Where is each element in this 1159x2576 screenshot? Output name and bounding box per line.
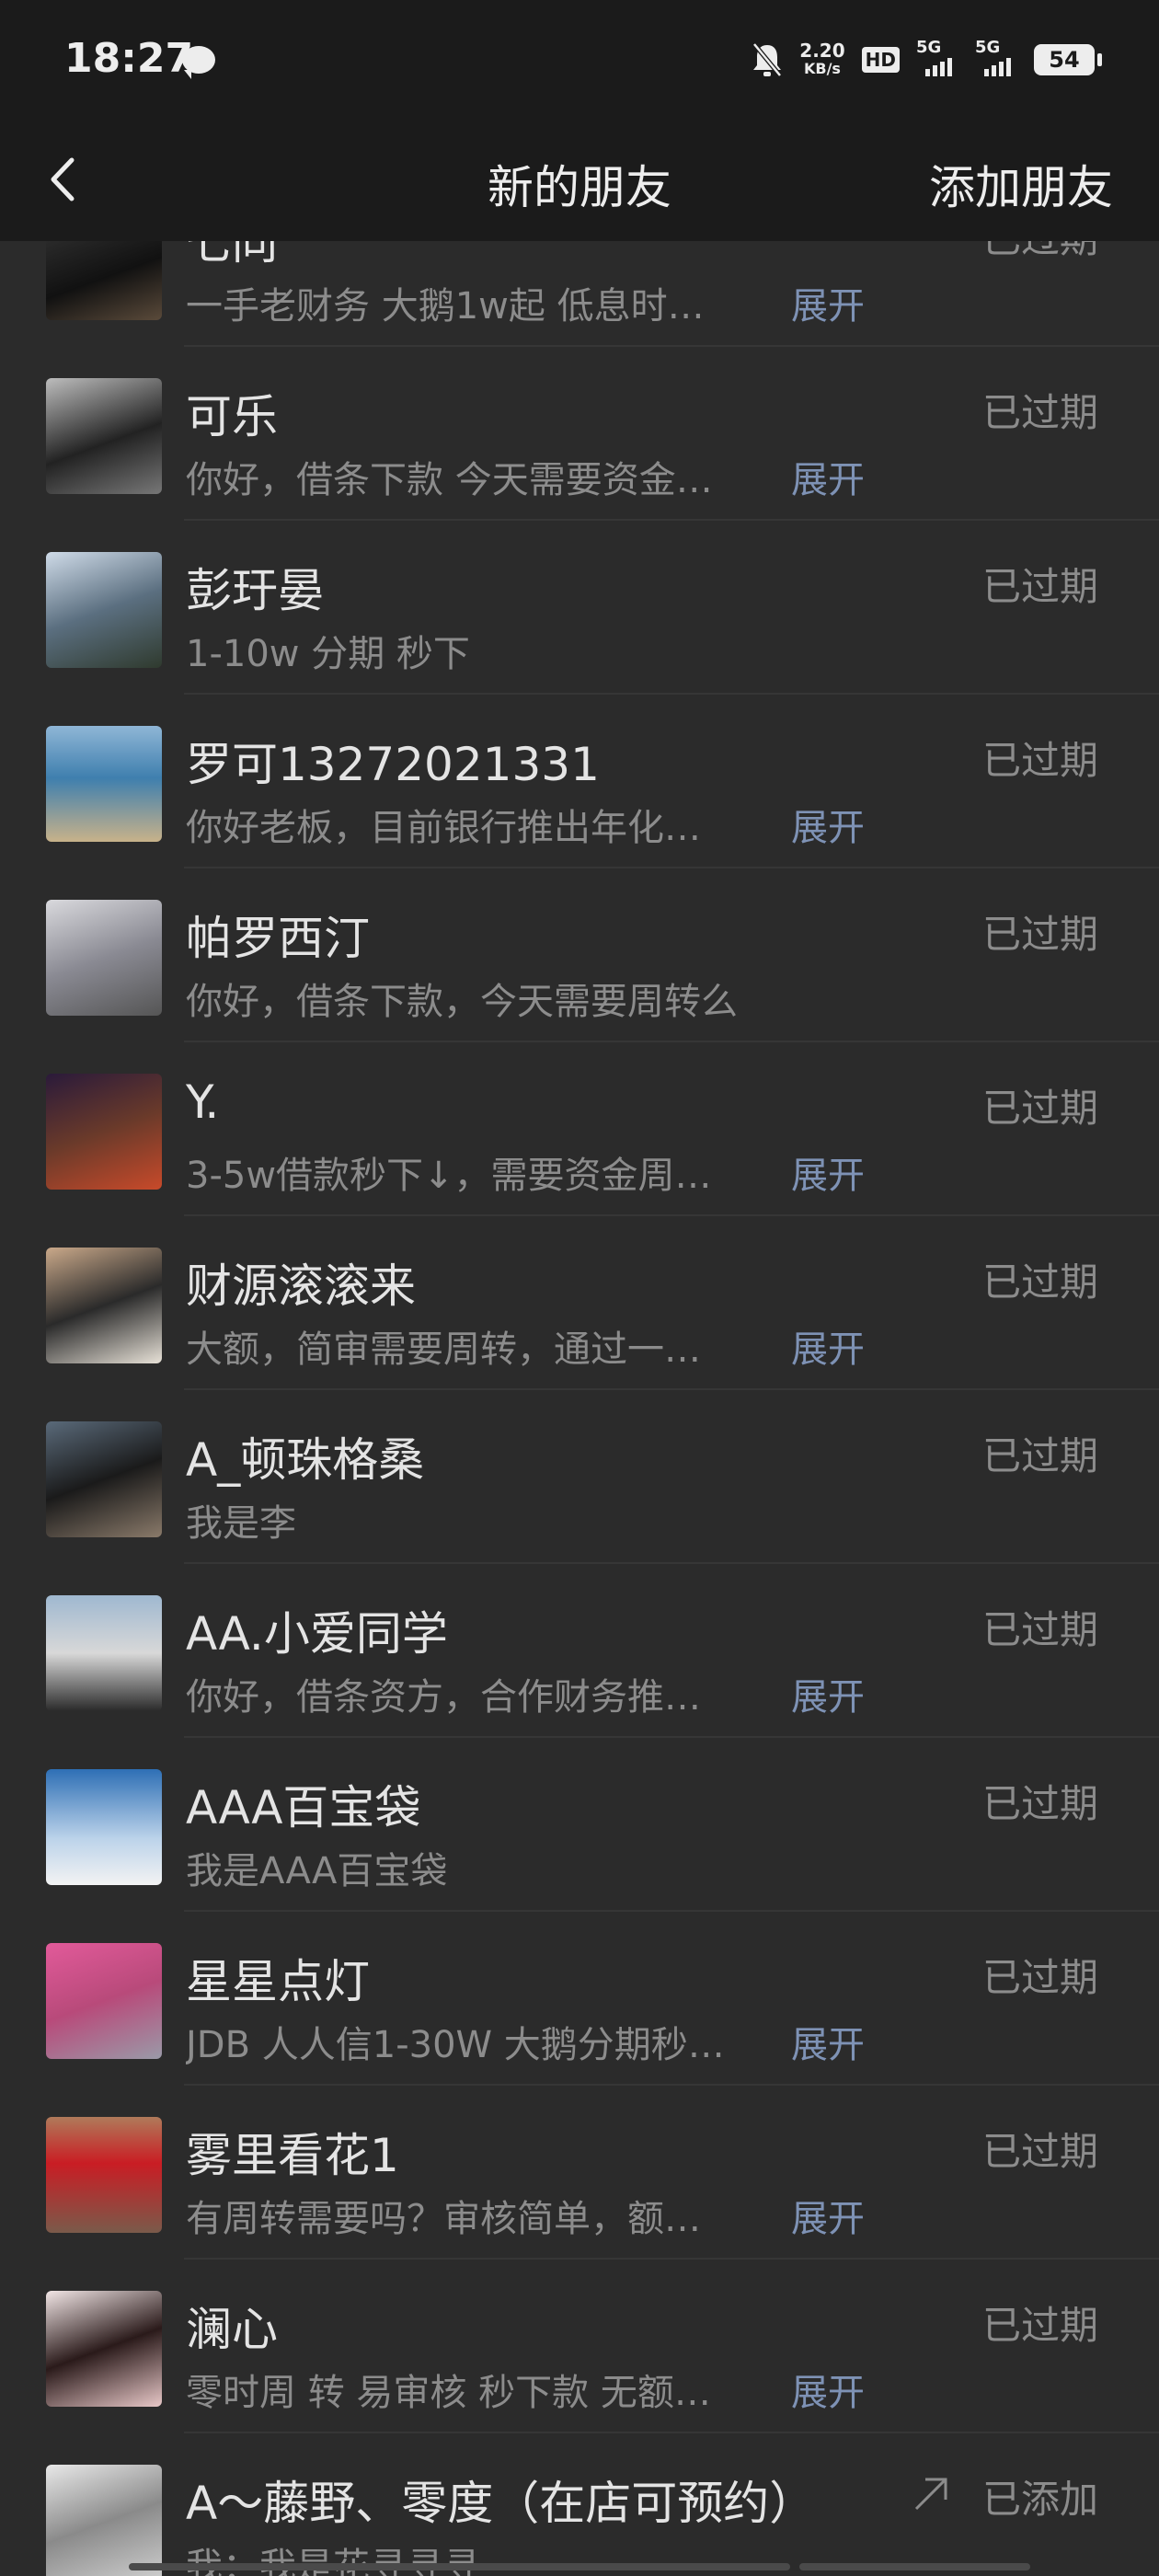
avatar[interactable] — [46, 378, 162, 494]
request-message: 你好老板，目前银行推出年化… — [186, 807, 701, 849]
expand-link[interactable]: 展开 — [791, 1667, 865, 1720]
contact-name: AAA百宝袋 — [186, 1781, 421, 1834]
friend-request-row[interactable]: 雾里看花1 有周转需要吗？审核简单，额… 展开 已过期 — [0, 2086, 1159, 2260]
battery-level: 54 — [1049, 47, 1080, 73]
contact-name: 七同 — [186, 241, 278, 270]
contact-name: 财源滚滚来 — [186, 1259, 416, 1313]
status-icons: 2.20 KB/s HD 5G 5G 54 — [752, 37, 1102, 83]
friend-request-row[interactable]: 帕罗西汀 你好，借条下款，今天需要周转么 已过期 — [0, 868, 1159, 1042]
avatar[interactable] — [46, 1943, 162, 2059]
expand-link[interactable]: 展开 — [791, 276, 865, 329]
avatar[interactable] — [46, 1421, 162, 1537]
request-message: 你好，借条下款 今天需要资金… — [186, 459, 713, 501]
request-status: 已过期 — [981, 1781, 1098, 1826]
contact-name: A～藤野、零度（在店可预约） — [186, 2477, 816, 2530]
new-friends-list[interactable]: 七同 一手老财务 大鹅1w起 低息时… 展开 已过期 可乐 你好，借条下款 今天… — [0, 241, 1159, 2576]
contact-name: 澜心 — [186, 2303, 278, 2356]
contact-name: AA.小爱同学 — [186, 1607, 448, 1661]
message-notification-icon — [182, 46, 215, 79]
contact-name: 雾里看花1 — [186, 2129, 399, 2182]
contact-name: 帕罗西汀 — [186, 912, 370, 965]
signal-1-label: 5G — [916, 38, 942, 57]
add-friend-button[interactable]: 添加朋友 — [929, 151, 1113, 217]
friend-request-row[interactable]: 可乐 你好，借条下款 今天需要资金… 展开 已过期 — [0, 347, 1159, 521]
friend-request-row[interactable]: 澜心 零时周 转 易审核 秒下款 无额… 展开 已过期 — [0, 2260, 1159, 2433]
request-status: 已过期 — [981, 1955, 1098, 2000]
bottom-handle-bar — [129, 2563, 1030, 2570]
request-status: 已过期 — [981, 912, 1098, 957]
request-status: 已过期 — [981, 1259, 1098, 1305]
friend-request-row[interactable]: 罗可13272021331 你好老板，目前银行推出年化… 展开 已过期 — [0, 695, 1159, 868]
request-message: 有周转需要吗？审核简单，额… — [186, 2198, 701, 2240]
contact-name: A_顿珠格桑 — [186, 1433, 425, 1487]
contact-name: 彭玗晏 — [186, 564, 324, 617]
expand-link[interactable]: 展开 — [791, 1145, 865, 1199]
request-status: 已过期 — [981, 1433, 1098, 1478]
avatar[interactable] — [46, 241, 162, 320]
contact-name: 罗可13272021331 — [186, 738, 600, 791]
contact-name: Y. — [186, 1075, 220, 1129]
request-message: 1-10w 分期 秒下 — [186, 633, 470, 675]
network-speed-unit: KB/s — [803, 60, 841, 77]
friend-request-row[interactable]: AAA百宝袋 我是AAA百宝袋 已过期 — [0, 1738, 1159, 1912]
request-status: 已添加 — [981, 2477, 1098, 2522]
request-status: 已过期 — [981, 390, 1098, 435]
avatar[interactable] — [46, 552, 162, 668]
friend-request-row[interactable]: A_顿珠格桑 我是李 已过期 — [0, 1390, 1159, 1564]
request-message: 我是李 — [186, 1502, 296, 1545]
request-message: 我是AAA百宝袋 — [186, 1850, 448, 1892]
avatar[interactable] — [46, 1769, 162, 1885]
nav-bar: 新的朋友 添加朋友 — [0, 120, 1159, 241]
outgoing-arrow-icon — [914, 2478, 947, 2511]
request-status: 已过期 — [981, 738, 1098, 783]
avatar[interactable] — [46, 726, 162, 842]
signal-icon-1: 5G — [916, 38, 958, 76]
request-message: JDB 人人信1-30W 大鹅分期秒… — [186, 2024, 725, 2066]
friend-request-row[interactable]: 财源滚滚来 大额，简审需要周转，通过一… 展开 已过期 — [0, 1216, 1159, 1390]
request-message: 你好，借条下款，今天需要周转么 — [186, 981, 738, 1023]
expand-link[interactable]: 展开 — [791, 450, 865, 503]
friend-request-row[interactable]: 彭玗晏 1-10w 分期 秒下 已过期 — [0, 521, 1159, 695]
avatar[interactable] — [46, 2117, 162, 2233]
friend-request-row[interactable]: AA.小爱同学 你好，借条资方，合作财务推… 展开 已过期 — [0, 1564, 1159, 1738]
contact-name: 可乐 — [186, 390, 278, 443]
expand-link[interactable]: 展开 — [791, 2363, 865, 2416]
battery-icon: 54 — [1034, 44, 1102, 75]
avatar[interactable] — [46, 900, 162, 1016]
friend-request-row[interactable]: Y. 3-5w借款秒下↓，需要资金周… 展开 已过期 — [0, 1042, 1159, 1216]
request-status: 已过期 — [981, 564, 1098, 609]
friend-request-row[interactable]: 七同 一手老财务 大鹅1w起 低息时… 展开 已过期 — [0, 241, 1159, 347]
expand-link[interactable]: 展开 — [791, 798, 865, 851]
status-bar: 18:27 2.20 KB/s HD 5G 5G 54 — [0, 0, 1159, 120]
request-status: 已过期 — [981, 2129, 1098, 2174]
request-message: 一手老财务 大鹅1w起 低息时… — [186, 285, 705, 328]
network-speed-value: 2.20 — [799, 40, 845, 62]
friend-request-row[interactable]: A～藤野、零度（在店可预约） 我：我是花寻寻寻 已添加 — [0, 2433, 1159, 2576]
request-message: 你好，借条资方，合作财务推… — [186, 1676, 701, 1719]
request-status: 已过期 — [981, 1086, 1098, 1131]
status-time: 18:27 — [64, 35, 194, 82]
request-message: 大额，简审需要周转，通过一… — [186, 1328, 701, 1371]
contact-name: 星星点灯 — [186, 1955, 370, 2008]
bell-muted-icon — [752, 42, 783, 77]
expand-link[interactable]: 展开 — [791, 1319, 865, 1373]
expand-link[interactable]: 展开 — [791, 2015, 865, 2068]
request-status: 已过期 — [982, 241, 1098, 264]
avatar[interactable] — [46, 2465, 162, 2576]
request-status: 已过期 — [981, 1607, 1098, 1652]
hd-voice-icon: HD — [861, 47, 900, 73]
signal-2-label: 5G — [975, 38, 1001, 57]
request-message: 零时周 转 易审核 秒下款 无额… — [186, 2372, 711, 2414]
avatar[interactable] — [46, 1248, 162, 1363]
friend-request-row[interactable]: 星星点灯 JDB 人人信1-30W 大鹅分期秒… 展开 已过期 — [0, 1912, 1159, 2086]
avatar[interactable] — [46, 1074, 162, 1190]
avatar[interactable] — [46, 1595, 162, 1711]
signal-icon-2: 5G — [975, 38, 1017, 76]
expand-link[interactable]: 展开 — [791, 2189, 865, 2242]
network-speed: 2.20 KB/s — [799, 41, 844, 78]
request-message: 3-5w借款秒下↓，需要资金周… — [186, 1155, 712, 1197]
request-status: 已过期 — [981, 2303, 1098, 2348]
avatar[interactable] — [46, 2291, 162, 2407]
